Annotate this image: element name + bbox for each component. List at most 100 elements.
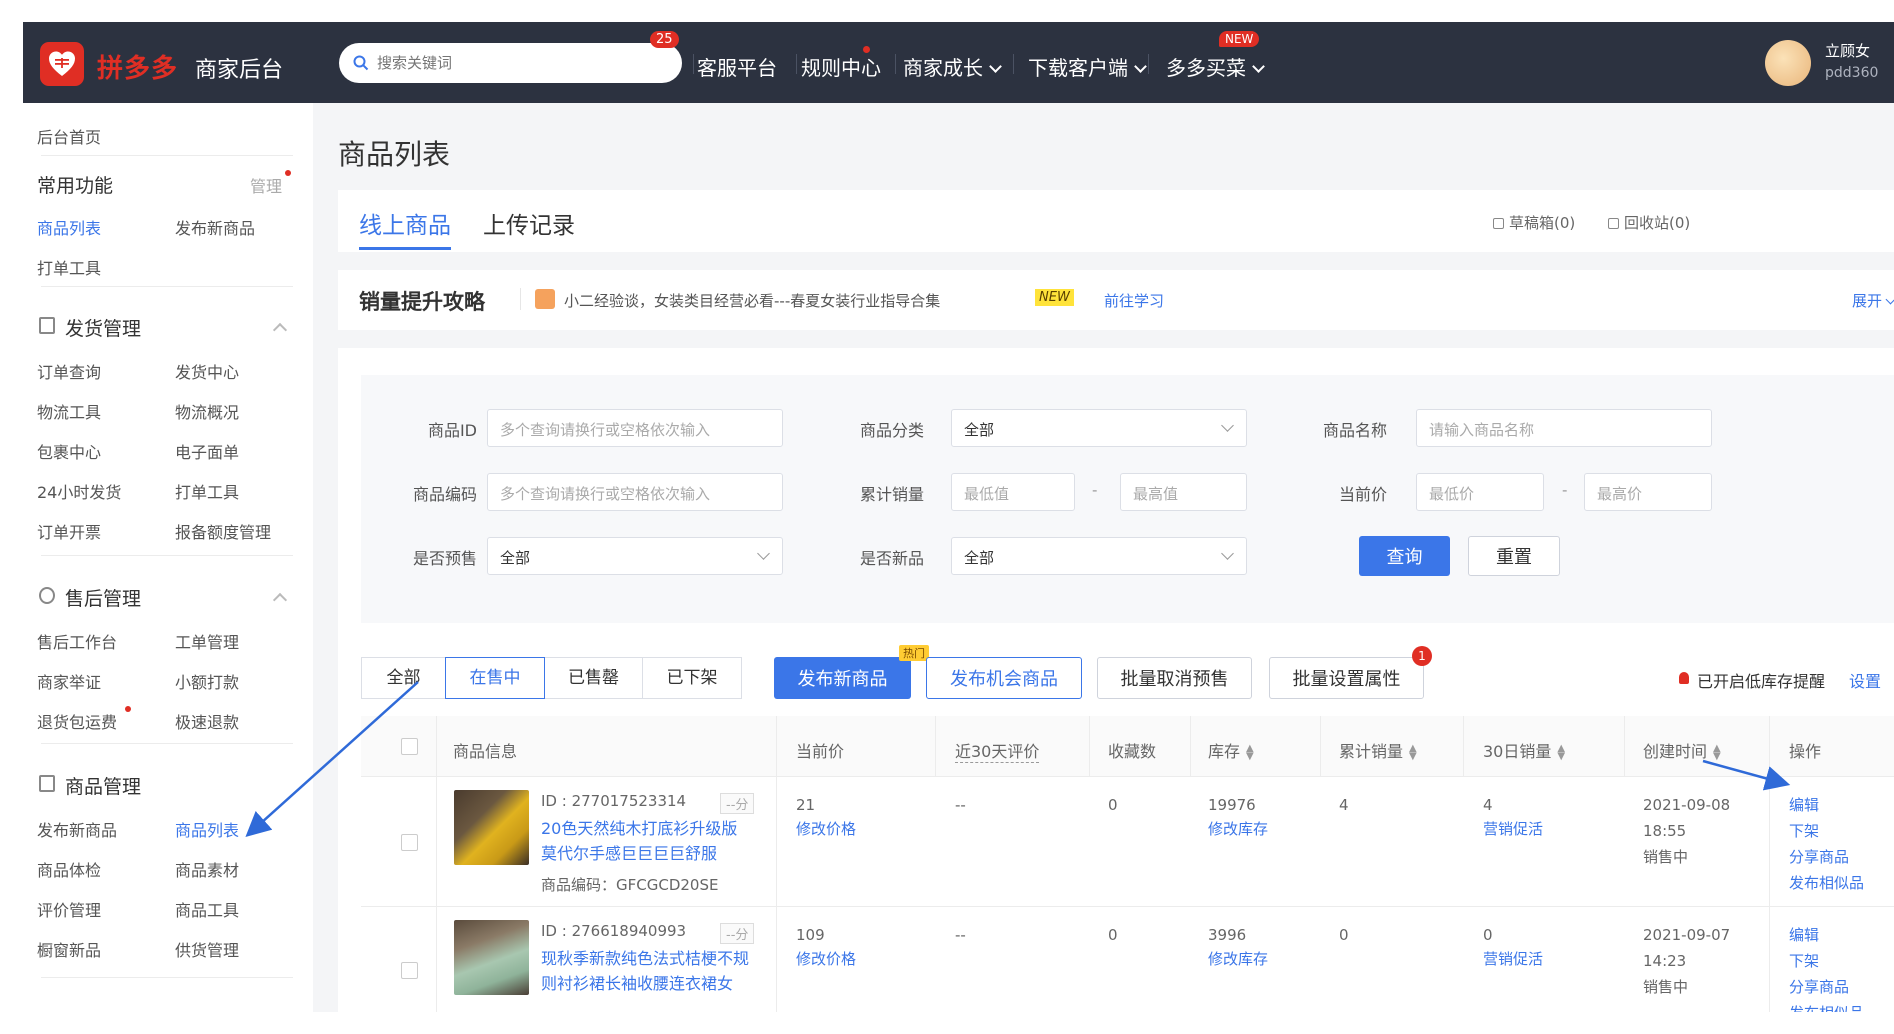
goods-name-input[interactable]: 请输入商品名称 xyxy=(1416,409,1712,447)
sidebar-item-ticket-manage[interactable]: 工单管理 xyxy=(175,629,239,653)
product-title[interactable]: 20色天然纯木打底衫升级版莫代尔手感巨巨巨巨舒服 xyxy=(541,816,751,866)
nav-download-client[interactable]: 下载客户端 xyxy=(1028,52,1147,81)
header-created-time[interactable]: 创建时间 ▲ ▼ xyxy=(1643,738,1721,762)
publish-new-button[interactable]: 发布新商品 xyxy=(774,657,911,699)
chevron-up-icon[interactable] xyxy=(272,592,288,608)
manage-link[interactable]: 管理 xyxy=(250,173,282,197)
sort-icon: ▲ ▼ xyxy=(1246,742,1254,762)
sidebar-item-publish-goods[interactable]: 发布新商品 xyxy=(175,215,255,239)
delist-link[interactable]: 下架 xyxy=(1789,820,1819,842)
goods-id-input[interactable]: 多个查询请换行或空格依次输入 xyxy=(487,409,783,447)
set-attributes-button[interactable]: 批量设置属性 xyxy=(1269,657,1424,699)
share-link[interactable]: 分享商品 xyxy=(1789,976,1849,998)
user-name[interactable]: 立顾女 xyxy=(1825,40,1870,61)
edit-link[interactable]: 编辑 xyxy=(1789,794,1819,816)
price-min-input[interactable]: 最低价 xyxy=(1416,473,1544,511)
learn-link[interactable]: 前往学习 xyxy=(1104,290,1164,311)
header-stock[interactable]: 库存 ▲ ▼ xyxy=(1208,738,1254,762)
publish-similar-link[interactable]: 发布相似品 xyxy=(1789,1002,1864,1012)
edit-stock-link[interactable]: 修改库存 xyxy=(1208,948,1268,970)
sidebar-item-order-query[interactable]: 订单查询 xyxy=(37,359,101,383)
sidebar-item-logistics-overview[interactable]: 物流概况 xyxy=(175,399,239,423)
sidebar-item-print-tool[interactable]: 打单工具 xyxy=(37,255,101,279)
tab-upload-records[interactable]: 上传记录 xyxy=(483,206,575,240)
sidebar-item-home[interactable]: 后台首页 xyxy=(37,124,101,148)
promotion-link[interactable]: 营销促活 xyxy=(1483,818,1543,840)
edit-stock-link[interactable]: 修改库存 xyxy=(1208,818,1268,840)
section-shipping-title[interactable]: 发货管理 xyxy=(65,314,141,341)
sidebar-item-return-shipping[interactable]: 退货包运费 xyxy=(37,709,117,733)
query-button[interactable]: 查询 xyxy=(1359,536,1450,576)
sidebar-item-goods-material[interactable]: 商品素材 xyxy=(175,857,239,881)
sidebar-item-review-manage[interactable]: 评价管理 xyxy=(37,897,101,921)
reset-button[interactable]: 重置 xyxy=(1468,536,1560,576)
sidebar-item-fast-refund[interactable]: 极速退款 xyxy=(175,709,239,733)
publish-opportunity-button[interactable]: 发布机会商品 xyxy=(926,657,1082,699)
drafts-link[interactable]: 草稿箱(0) xyxy=(1493,212,1575,233)
sidebar-item-e-waybill[interactable]: 电子面单 xyxy=(175,439,239,463)
sidebar-item-logistics-tool[interactable]: 物流工具 xyxy=(37,399,101,423)
select-all-checkbox[interactable] xyxy=(401,738,418,755)
low-stock-settings-link[interactable]: 设置 xyxy=(1849,668,1881,692)
status-tab-on-sale[interactable]: 在售中 xyxy=(445,657,545,699)
section-goods-title[interactable]: 商品管理 xyxy=(65,772,141,799)
sidebar-item-goods-check[interactable]: 商品体检 xyxy=(37,857,101,881)
nav-messages[interactable]: 站内信 xyxy=(610,52,670,81)
cancel-presale-button[interactable]: 批量取消预售 xyxy=(1097,657,1252,699)
sidebar-item-aftersale-desk[interactable]: 售后工作台 xyxy=(37,629,117,653)
sidebar-item-order-invoice[interactable]: 订单开票 xyxy=(37,519,101,543)
sidebar-item-ship-center[interactable]: 发货中心 xyxy=(175,359,239,383)
status-tab-sold-out[interactable]: 已售罄 xyxy=(544,657,643,699)
nav-duoduo-maicai[interactable]: 多多买菜 xyxy=(1166,52,1265,81)
header-total-sales[interactable]: 累计销量 ▲ ▼ xyxy=(1339,738,1417,762)
promotion-link[interactable]: 营销促活 xyxy=(1483,948,1543,970)
sidebar-item-goods-list[interactable]: 商品列表 xyxy=(37,215,101,239)
is-new-select[interactable]: 全部 xyxy=(951,537,1247,575)
sidebar-item-small-payment[interactable]: 小额打款 xyxy=(175,669,239,693)
total-sales-min-input[interactable]: 最低值 xyxy=(951,473,1075,511)
goods-code-input[interactable]: 多个查询请换行或空格依次输入 xyxy=(487,473,783,511)
chevron-up-icon[interactable] xyxy=(272,322,288,338)
row-checkbox[interactable] xyxy=(401,962,418,979)
sidebar-item-print-tool-2[interactable]: 打单工具 xyxy=(175,479,239,503)
row-checkbox[interactable] xyxy=(401,834,418,851)
nav-customer-service[interactable]: 客服平台 xyxy=(697,52,777,81)
edit-link[interactable]: 编辑 xyxy=(1789,924,1819,946)
nav-merchant-growth[interactable]: 商家成长 xyxy=(903,52,1002,81)
section-aftersale-title[interactable]: 售后管理 xyxy=(65,584,141,611)
category-select[interactable]: 全部 xyxy=(951,409,1247,447)
price-max-input[interactable]: 最高价 xyxy=(1584,473,1712,511)
delist-link[interactable]: 下架 xyxy=(1789,950,1819,972)
sidebar-item-package-center[interactable]: 包裹中心 xyxy=(37,439,101,463)
share-link[interactable]: 分享商品 xyxy=(1789,846,1849,868)
sidebar-item-showcase-new[interactable]: 橱窗新品 xyxy=(37,937,101,961)
product-title[interactable]: 现秋季新款纯色法式桔梗不规则衬衫裙长袖收腰连衣裙女 xyxy=(541,946,751,996)
sidebar-item-publish-new[interactable]: 发布新商品 xyxy=(37,817,117,841)
sidebar-item-goods-list-active[interactable]: 商品列表 xyxy=(175,817,239,841)
tips-text[interactable]: 小二经验谈，女装类目经营必看---春夏女装行业指导合集 xyxy=(564,290,940,311)
edit-price-link[interactable]: 修改价格 xyxy=(796,818,856,840)
recycle-link[interactable]: 回收站(0) xyxy=(1608,212,1690,233)
avatar[interactable] xyxy=(1765,40,1811,86)
edit-price-link[interactable]: 修改价格 xyxy=(796,948,856,970)
sidebar-item-merchant-proof[interactable]: 商家举证 xyxy=(37,669,101,693)
product-thumbnail[interactable] xyxy=(454,790,529,865)
header-sales-30d[interactable]: 30日销量 ▲ ▼ xyxy=(1483,738,1565,762)
status-tab-off-shelf[interactable]: 已下架 xyxy=(642,657,742,699)
status-tab-all[interactable]: 全部 xyxy=(361,657,446,699)
tab-online-goods[interactable]: 线上商品 xyxy=(359,206,451,240)
sidebar-item-quota-report[interactable]: 报备额度管理 xyxy=(175,519,271,543)
nav-rules-center[interactable]: 规则中心 xyxy=(801,52,881,81)
presale-select[interactable]: 全部 xyxy=(487,537,783,575)
sidebar-item-24h-ship[interactable]: 24小时发货 xyxy=(37,479,121,503)
expand-link[interactable]: 展开 xyxy=(1852,290,1894,311)
product-thumbnail[interactable] xyxy=(454,920,529,995)
publish-similar-link[interactable]: 发布相似品 xyxy=(1789,872,1864,894)
logo-text[interactable]: 拼多多 xyxy=(97,48,178,85)
logo-icon[interactable] xyxy=(40,42,84,86)
sidebar-item-goods-tool[interactable]: 商品工具 xyxy=(175,897,239,921)
sidebar-item-supply-manage[interactable]: 供货管理 xyxy=(175,937,239,961)
header-rating[interactable]: 近30天评价 xyxy=(955,738,1040,763)
total-sales-max-input[interactable]: 最高值 xyxy=(1120,473,1247,511)
trash-icon xyxy=(1608,218,1619,229)
